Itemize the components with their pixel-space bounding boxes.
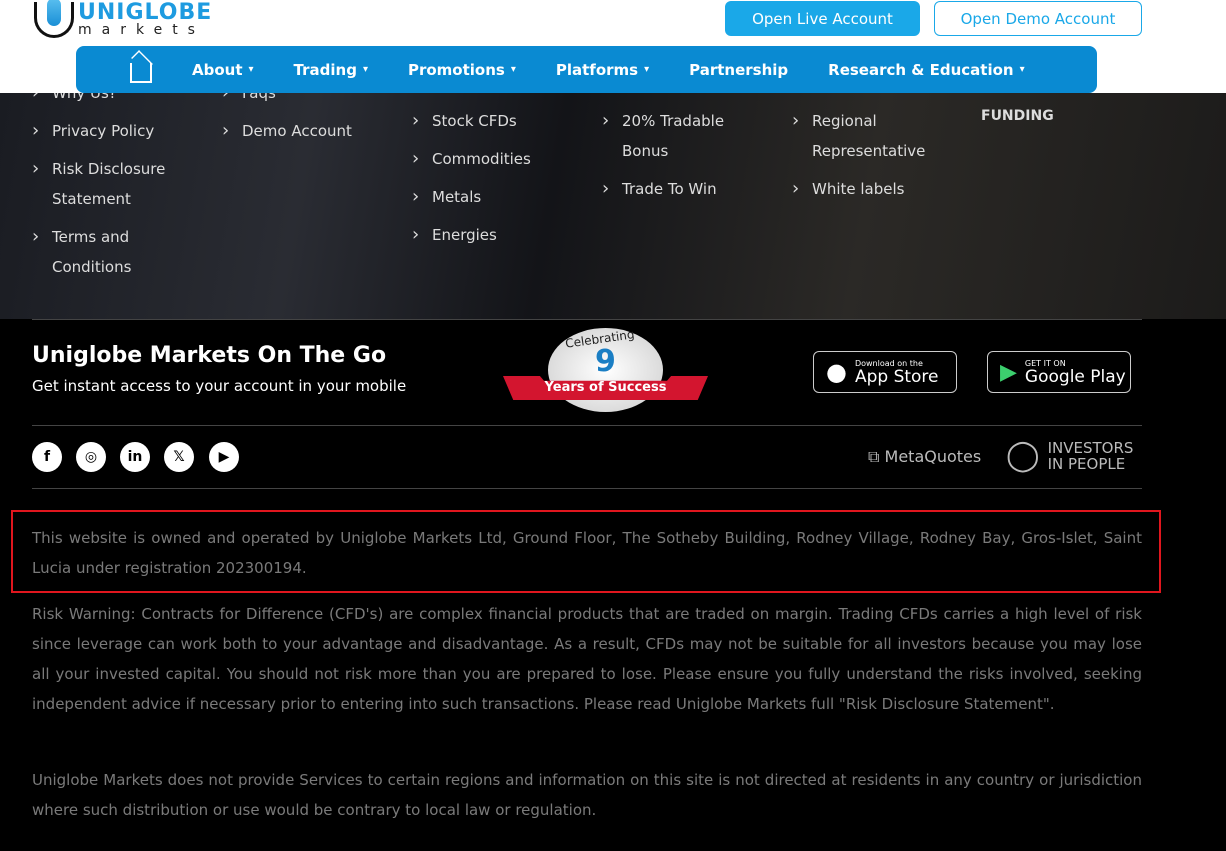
nav-item-research-education[interactable]: Research & Education ▾ [828, 61, 1024, 79]
anniversary-badge: Celebrating 9 Years of Success [503, 327, 708, 412]
metaquotes-logo: ⧉ MetaQuotes [868, 447, 982, 466]
investors-in-people-logo: ◯ INVESTORS IN PEOPLE [1006, 438, 1134, 473]
google-play-button[interactable]: ▶ GET IT ON Google Play [987, 351, 1131, 393]
nav-item-trading[interactable]: Trading ▾ [294, 61, 368, 79]
nav-item-promotions[interactable]: Promotions ▾ [408, 61, 516, 79]
gplay-label: Google Play [1024, 366, 1126, 387]
footer-col-trading: Stock CFDs Commodities Metals Energies [412, 106, 582, 258]
nav-item-partnership[interactable]: Partnership [689, 61, 788, 79]
regions-disclaimer-text: Uniglobe Markets does not provide Servic… [32, 771, 1142, 819]
nav-label: Platforms [555, 60, 639, 79]
chevron-down-icon: ▾ [1019, 64, 1025, 75]
chevron-down-icon: ▾ [510, 64, 516, 75]
logo-icon [34, 0, 74, 38]
footer-link[interactable]: Commodities [412, 144, 582, 174]
nav-label: Partnership [689, 60, 789, 79]
footer-link[interactable]: Demo Account [222, 116, 392, 146]
funding-heading[interactable]: FUNDING [981, 108, 1054, 124]
footer-link[interactable]: Privacy Policy [32, 116, 192, 146]
footer-link[interactable]: Metals [412, 182, 582, 212]
chevron-down-icon: ▾ [362, 64, 368, 75]
open-live-account-button[interactable]: Open Live Account [725, 1, 920, 36]
logo[interactable]: UNIGLOBE markets [34, 0, 213, 38]
chevron-down-icon: ▾ [248, 64, 254, 75]
logo-subtext: markets [78, 22, 205, 38]
footer-link[interactable]: Terms and Conditions [32, 222, 192, 282]
footer-link[interactable]: 20% Tradable Bonus [602, 106, 742, 166]
nav-label: About [192, 60, 243, 79]
footer-col-promotions: 20% Tradable Bonus Trade To Win [602, 106, 742, 212]
footer-link[interactable]: Trade To Win [602, 174, 742, 204]
youtube-icon[interactable]: ▶ [209, 442, 239, 472]
apple-icon: ● [826, 358, 847, 386]
ownership-text: This website is owned and operated by Un… [32, 529, 1142, 577]
divider [32, 425, 1142, 426]
footer-col-company: Why Us? Privacy Policy Risk Disclosure S… [32, 78, 192, 290]
badge-ribbon-text: Years of Success [544, 380, 667, 395]
x-icon[interactable]: 𝕏 [164, 442, 194, 472]
divider [32, 488, 1142, 489]
footer-col-partnership: Regional Representative White labels [792, 106, 952, 212]
footer-link[interactable]: White labels [792, 174, 952, 204]
chevron-down-icon: ▾ [644, 64, 650, 75]
risk-warning-text: Risk Warning: Contracts for Difference (… [32, 605, 1142, 713]
nav-label: Trading [293, 60, 357, 79]
linkedin-icon[interactable]: in [120, 442, 150, 472]
mobile-subtitle: Get instant access to your account in yo… [32, 377, 407, 395]
badge-number: 9 [595, 344, 616, 379]
logo-text: UNIGLOBE [78, 0, 213, 25]
nav-label: Promotions [407, 60, 505, 79]
footer-link[interactable]: Regional Representative [792, 106, 952, 166]
nav-item-platforms[interactable]: Platforms ▾ [556, 61, 649, 79]
footer-link[interactable]: Energies [412, 220, 582, 250]
google-play-icon: ▶ [1000, 359, 1017, 385]
instagram-icon[interactable]: ◎ [76, 442, 106, 472]
mobile-title: Uniglobe Markets On The Go [32, 343, 387, 368]
facebook-icon[interactable]: f [32, 442, 62, 472]
footer-link[interactable]: Risk Disclosure Statement [32, 154, 192, 214]
footer-link[interactable]: Stock CFDs [412, 106, 582, 136]
app-store-button[interactable]: ● Download on the App Store [813, 351, 957, 393]
nav-item-about[interactable]: About ▾ [192, 61, 254, 79]
divider [32, 319, 1142, 320]
main-nav: About ▾ Trading ▾ Promotions ▾ Platforms ▾ Partn… [76, 46, 1097, 93]
nav-label: Research & Education [828, 60, 1014, 79]
open-demo-account-button[interactable]: Open Demo Account [934, 1, 1142, 36]
home-icon[interactable] [130, 62, 152, 83]
appstore-label: App Store [854, 366, 939, 387]
